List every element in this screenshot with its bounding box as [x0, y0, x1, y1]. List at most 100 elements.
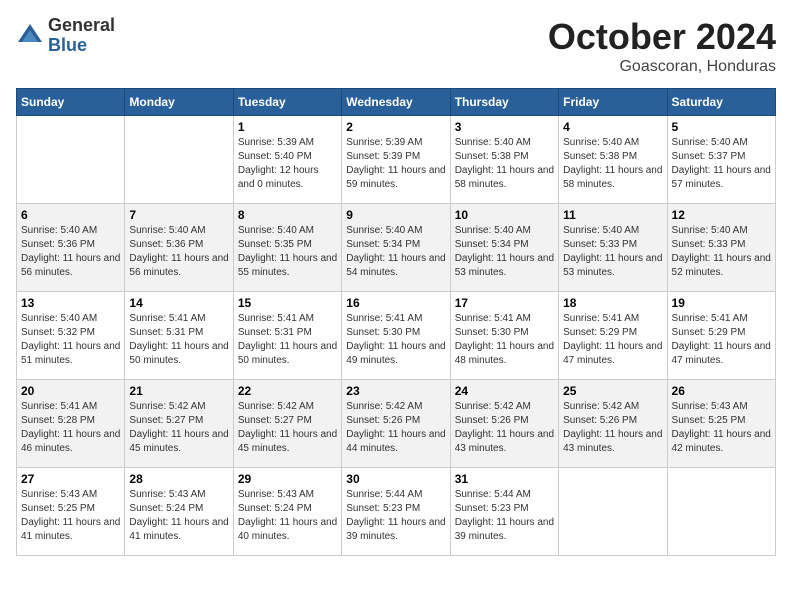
day-number: 15: [238, 296, 337, 310]
day-info: Sunrise: 5:39 AM Sunset: 5:39 PM Dayligh…: [346, 136, 445, 192]
day-number: 12: [672, 208, 771, 222]
calendar-cell: 7Sunrise: 5:40 AM Sunset: 5:36 PM Daylig…: [125, 204, 233, 292]
day-info: Sunrise: 5:40 AM Sunset: 5:37 PM Dayligh…: [672, 136, 771, 192]
day-info: Sunrise: 5:40 AM Sunset: 5:34 PM Dayligh…: [346, 224, 445, 280]
day-number: 5: [672, 120, 771, 134]
calendar-cell: 23 Sunrise: 5:42 AM Sunset: 5:26 PM Dayli…: [342, 380, 450, 468]
col-sunday: Sunday: [17, 89, 125, 116]
calendar-cell: 18 Sunrise: 5:41 AM Sunset: 5:29 PM Dayli…: [559, 292, 667, 380]
day-number: 6: [21, 208, 120, 222]
day-number: 26: [672, 384, 771, 398]
day-info: Sunrise: 5:42 AM Sunset: 5:26 PM Dayligh…: [346, 400, 445, 456]
day-number: 1: [238, 120, 337, 134]
day-info: Sunrise: 5:41 AM Sunset: 5:31 PM Dayligh…: [238, 312, 337, 368]
calendar-week-4: 20 Sunrise: 5:41 AM Sunset: 5:28 PM Dayli…: [17, 380, 776, 468]
col-thursday: Thursday: [450, 89, 558, 116]
calendar-header-row: Sunday Monday Tuesday Wednesday Thursday…: [17, 89, 776, 116]
col-tuesday: Tuesday: [233, 89, 341, 116]
page-header: General Blue October 2024 Goascoran, Hon…: [16, 16, 776, 76]
logo: General Blue: [16, 16, 115, 56]
calendar-cell: 9 Sunrise: 5:40 AM Sunset: 5:34 PM Daylig…: [342, 204, 450, 292]
calendar-cell: 27 Sunrise: 5:43 AM Sunset: 5:25 PM Dayli…: [17, 468, 125, 556]
day-info: Sunrise: 5:40 AM Sunset: 5:38 PM Dayligh…: [455, 136, 554, 192]
day-info: Sunrise: 5:42 AM Sunset: 5:27 PM Dayligh…: [238, 400, 337, 456]
day-number: 11: [563, 208, 662, 222]
calendar-cell: 16 Sunrise: 5:41 AM Sunset: 5:30 PM Dayli…: [342, 292, 450, 380]
day-info: Sunrise: 5:43 AM Sunset: 5:25 PM Dayligh…: [672, 400, 771, 456]
day-number: 16: [346, 296, 445, 310]
calendar-week-5: 27 Sunrise: 5:43 AM Sunset: 5:25 PM Dayli…: [17, 468, 776, 556]
day-number: 3: [455, 120, 554, 134]
day-number: 27: [21, 472, 120, 486]
col-wednesday: Wednesday: [342, 89, 450, 116]
day-info: Sunrise: 5:43 AM Sunset: 5:25 PM Dayligh…: [21, 488, 120, 544]
calendar-cell: 24Sunrise: 5:42 AM Sunset: 5:26 PM Dayli…: [450, 380, 558, 468]
day-info: Sunrise: 5:40 AM Sunset: 5:36 PM Dayligh…: [129, 224, 228, 280]
calendar-cell: 31 Sunrise: 5:44 AM Sunset: 5:23 PM Dayli…: [450, 468, 558, 556]
day-number: 4: [563, 120, 662, 134]
calendar-week-2: 6 Sunrise: 5:40 AM Sunset: 5:36 PM Daylig…: [17, 204, 776, 292]
day-info: Sunrise: 5:44 AM Sunset: 5:23 PM Dayligh…: [346, 488, 445, 544]
day-info: Sunrise: 5:40 AM Sunset: 5:36 PM Dayligh…: [21, 224, 120, 280]
calendar-cell: 5 Sunrise: 5:40 AM Sunset: 5:37 PM Daylig…: [667, 116, 775, 204]
logo-text: General Blue: [48, 16, 115, 56]
day-number: 18: [563, 296, 662, 310]
calendar-cell: [125, 116, 233, 204]
day-number: 30: [346, 472, 445, 486]
page-subtitle: Goascoran, Honduras: [548, 58, 776, 76]
calendar-cell: 14 Sunrise: 5:41 AM Sunset: 5:31 PM Dayli…: [125, 292, 233, 380]
day-number: 9: [346, 208, 445, 222]
day-number: 28: [129, 472, 228, 486]
day-number: 17: [455, 296, 554, 310]
day-info: Sunrise: 5:41 AM Sunset: 5:29 PM Dayligh…: [563, 312, 662, 368]
page-title: October 2024: [548, 16, 776, 58]
day-number: 20: [21, 384, 120, 398]
calendar-cell: [559, 468, 667, 556]
calendar-week-3: 13Sunrise: 5:40 AM Sunset: 5:32 PM Dayli…: [17, 292, 776, 380]
calendar-cell: 4 Sunrise: 5:40 AM Sunset: 5:38 PM Daylig…: [559, 116, 667, 204]
day-info: Sunrise: 5:41 AM Sunset: 5:29 PM Dayligh…: [672, 312, 771, 368]
calendar-cell: 12Sunrise: 5:40 AM Sunset: 5:33 PM Dayli…: [667, 204, 775, 292]
logo-blue: Blue: [48, 35, 87, 55]
title-block: October 2024 Goascoran, Honduras: [548, 16, 776, 76]
calendar-cell: 8 Sunrise: 5:40 AM Sunset: 5:35 PM Daylig…: [233, 204, 341, 292]
day-number: 13: [21, 296, 120, 310]
day-number: 21: [129, 384, 228, 398]
calendar-table: Sunday Monday Tuesday Wednesday Thursday…: [16, 88, 776, 556]
day-info: Sunrise: 5:41 AM Sunset: 5:31 PM Dayligh…: [129, 312, 228, 368]
calendar-cell: 26 Sunrise: 5:43 AM Sunset: 5:25 PM Dayli…: [667, 380, 775, 468]
calendar-cell: 15 Sunrise: 5:41 AM Sunset: 5:31 PM Dayli…: [233, 292, 341, 380]
day-info: Sunrise: 5:43 AM Sunset: 5:24 PM Dayligh…: [129, 488, 228, 544]
day-info: Sunrise: 5:42 AM Sunset: 5:27 PM Dayligh…: [129, 400, 228, 456]
day-number: 22: [238, 384, 337, 398]
calendar-cell: 29Sunrise: 5:43 AM Sunset: 5:24 PM Dayli…: [233, 468, 341, 556]
day-info: Sunrise: 5:40 AM Sunset: 5:35 PM Dayligh…: [238, 224, 337, 280]
day-info: Sunrise: 5:41 AM Sunset: 5:30 PM Dayligh…: [346, 312, 445, 368]
day-info: Sunrise: 5:44 AM Sunset: 5:23 PM Dayligh…: [455, 488, 554, 544]
calendar-cell: 6 Sunrise: 5:40 AM Sunset: 5:36 PM Daylig…: [17, 204, 125, 292]
calendar-cell: 21 Sunrise: 5:42 AM Sunset: 5:27 PM Dayli…: [125, 380, 233, 468]
calendar-cell: 17 Sunrise: 5:41 AM Sunset: 5:30 PM Dayli…: [450, 292, 558, 380]
col-friday: Friday: [559, 89, 667, 116]
calendar-cell: 22 Sunrise: 5:42 AM Sunset: 5:27 PM Dayli…: [233, 380, 341, 468]
day-number: 8: [238, 208, 337, 222]
calendar-cell: 19 Sunrise: 5:41 AM Sunset: 5:29 PM Dayli…: [667, 292, 775, 380]
day-number: 23: [346, 384, 445, 398]
col-saturday: Saturday: [667, 89, 775, 116]
day-info: Sunrise: 5:41 AM Sunset: 5:30 PM Dayligh…: [455, 312, 554, 368]
calendar-cell: 28 Sunrise: 5:43 AM Sunset: 5:24 PM Dayli…: [125, 468, 233, 556]
logo-general: General: [48, 15, 115, 35]
day-info: Sunrise: 5:41 AM Sunset: 5:28 PM Dayligh…: [21, 400, 120, 456]
calendar-week-1: 1Sunrise: 5:39 AM Sunset: 5:40 PM Daylig…: [17, 116, 776, 204]
day-number: 14: [129, 296, 228, 310]
day-info: Sunrise: 5:40 AM Sunset: 5:33 PM Dayligh…: [563, 224, 662, 280]
calendar-cell: [17, 116, 125, 204]
day-number: 19: [672, 296, 771, 310]
day-info: Sunrise: 5:43 AM Sunset: 5:24 PM Dayligh…: [238, 488, 337, 544]
day-number: 25: [563, 384, 662, 398]
day-number: 31: [455, 472, 554, 486]
col-monday: Monday: [125, 89, 233, 116]
day-info: Sunrise: 5:40 AM Sunset: 5:38 PM Dayligh…: [563, 136, 662, 192]
calendar-cell: 10Sunrise: 5:40 AM Sunset: 5:34 PM Dayli…: [450, 204, 558, 292]
calendar-cell: 11 Sunrise: 5:40 AM Sunset: 5:33 PM Dayli…: [559, 204, 667, 292]
